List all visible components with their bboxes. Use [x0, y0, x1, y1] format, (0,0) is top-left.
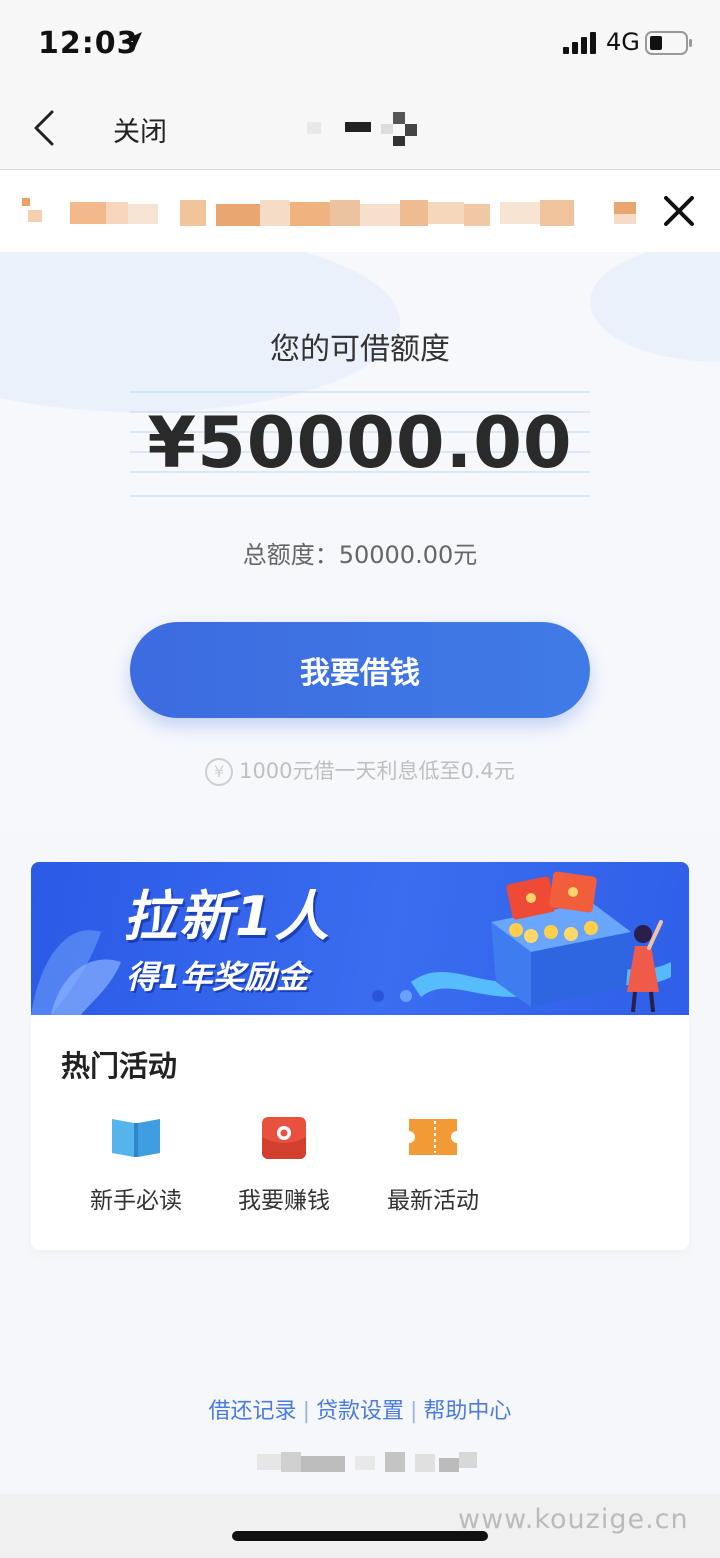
- signal-icon: [563, 32, 596, 54]
- referral-promo-banner[interactable]: 拉新1人 得1年奖励金: [31, 862, 689, 1015]
- separator: |: [302, 1399, 310, 1424]
- home-indicator[interactable]: [232, 1531, 488, 1541]
- navigation-bar: 关闭: [0, 88, 720, 170]
- close-link[interactable]: 关闭: [113, 110, 167, 149]
- battery-icon: [645, 31, 692, 55]
- status-bar: 12:03 4G: [0, 0, 720, 88]
- footer-text-redacted: [257, 1452, 477, 1472]
- activity-beginner-guide[interactable]: 新手必读: [71, 1113, 201, 1223]
- interest-note-text: 1000元借一天利息低至0.4元: [239, 759, 515, 783]
- activity-latest-events[interactable]: 最新活动: [368, 1113, 498, 1223]
- page-title-redacted: [307, 112, 417, 146]
- help-center-link[interactable]: 帮助中心: [423, 1399, 511, 1424]
- activity-label: 最新活动: [387, 1188, 479, 1214]
- notice-text-redacted: [22, 198, 636, 226]
- book-icon: [112, 1119, 160, 1157]
- borrow-repay-records-link[interactable]: 借还记录: [209, 1399, 297, 1424]
- borrow-button[interactable]: 我要借钱: [130, 622, 590, 718]
- available-amount: ¥50000.00: [147, 402, 573, 484]
- carousel-dot-active[interactable]: [400, 990, 412, 1002]
- available-limit-label: 您的可借额度: [270, 332, 450, 367]
- location-arrow-icon: [124, 32, 142, 50]
- back-chevron-icon[interactable]: [30, 108, 58, 148]
- notice-banner: [0, 170, 720, 252]
- interest-note: ¥1000元借一天利息低至0.4元: [0, 755, 720, 786]
- activity-earn-money[interactable]: 我要赚钱: [219, 1113, 349, 1223]
- hot-activities-card: 热门活动 新手必读 我要赚钱 最新活动: [31, 1015, 689, 1250]
- ticket-icon: [409, 1119, 457, 1155]
- separator: |: [410, 1399, 418, 1424]
- watermark: www.kouzige.cn: [458, 1504, 689, 1535]
- credit-limit-section: 您的可借额度 ¥50000.00 总额度：50000.00元 我要借钱 ¥100…: [0, 252, 720, 832]
- footer-links: 借还记录 | 贷款设置 | 帮助中心: [0, 1393, 720, 1425]
- promo-headline: 拉新1人: [123, 885, 331, 948]
- loan-settings-link[interactable]: 贷款设置: [316, 1399, 404, 1424]
- network-type: 4G: [606, 28, 640, 56]
- close-icon[interactable]: [660, 192, 698, 230]
- yen-circle-icon: ¥: [205, 758, 234, 786]
- activity-label: 新手必读: [90, 1188, 182, 1214]
- activity-label: 我要赚钱: [238, 1188, 330, 1214]
- promo-subline: 得1年奖励金: [126, 958, 309, 996]
- total-limit: 总额度：50000.00元: [242, 541, 478, 569]
- red-envelope-icon: [262, 1117, 306, 1159]
- carousel-dot[interactable]: [372, 990, 384, 1002]
- hot-activities-title: 热门活动: [61, 1049, 178, 1083]
